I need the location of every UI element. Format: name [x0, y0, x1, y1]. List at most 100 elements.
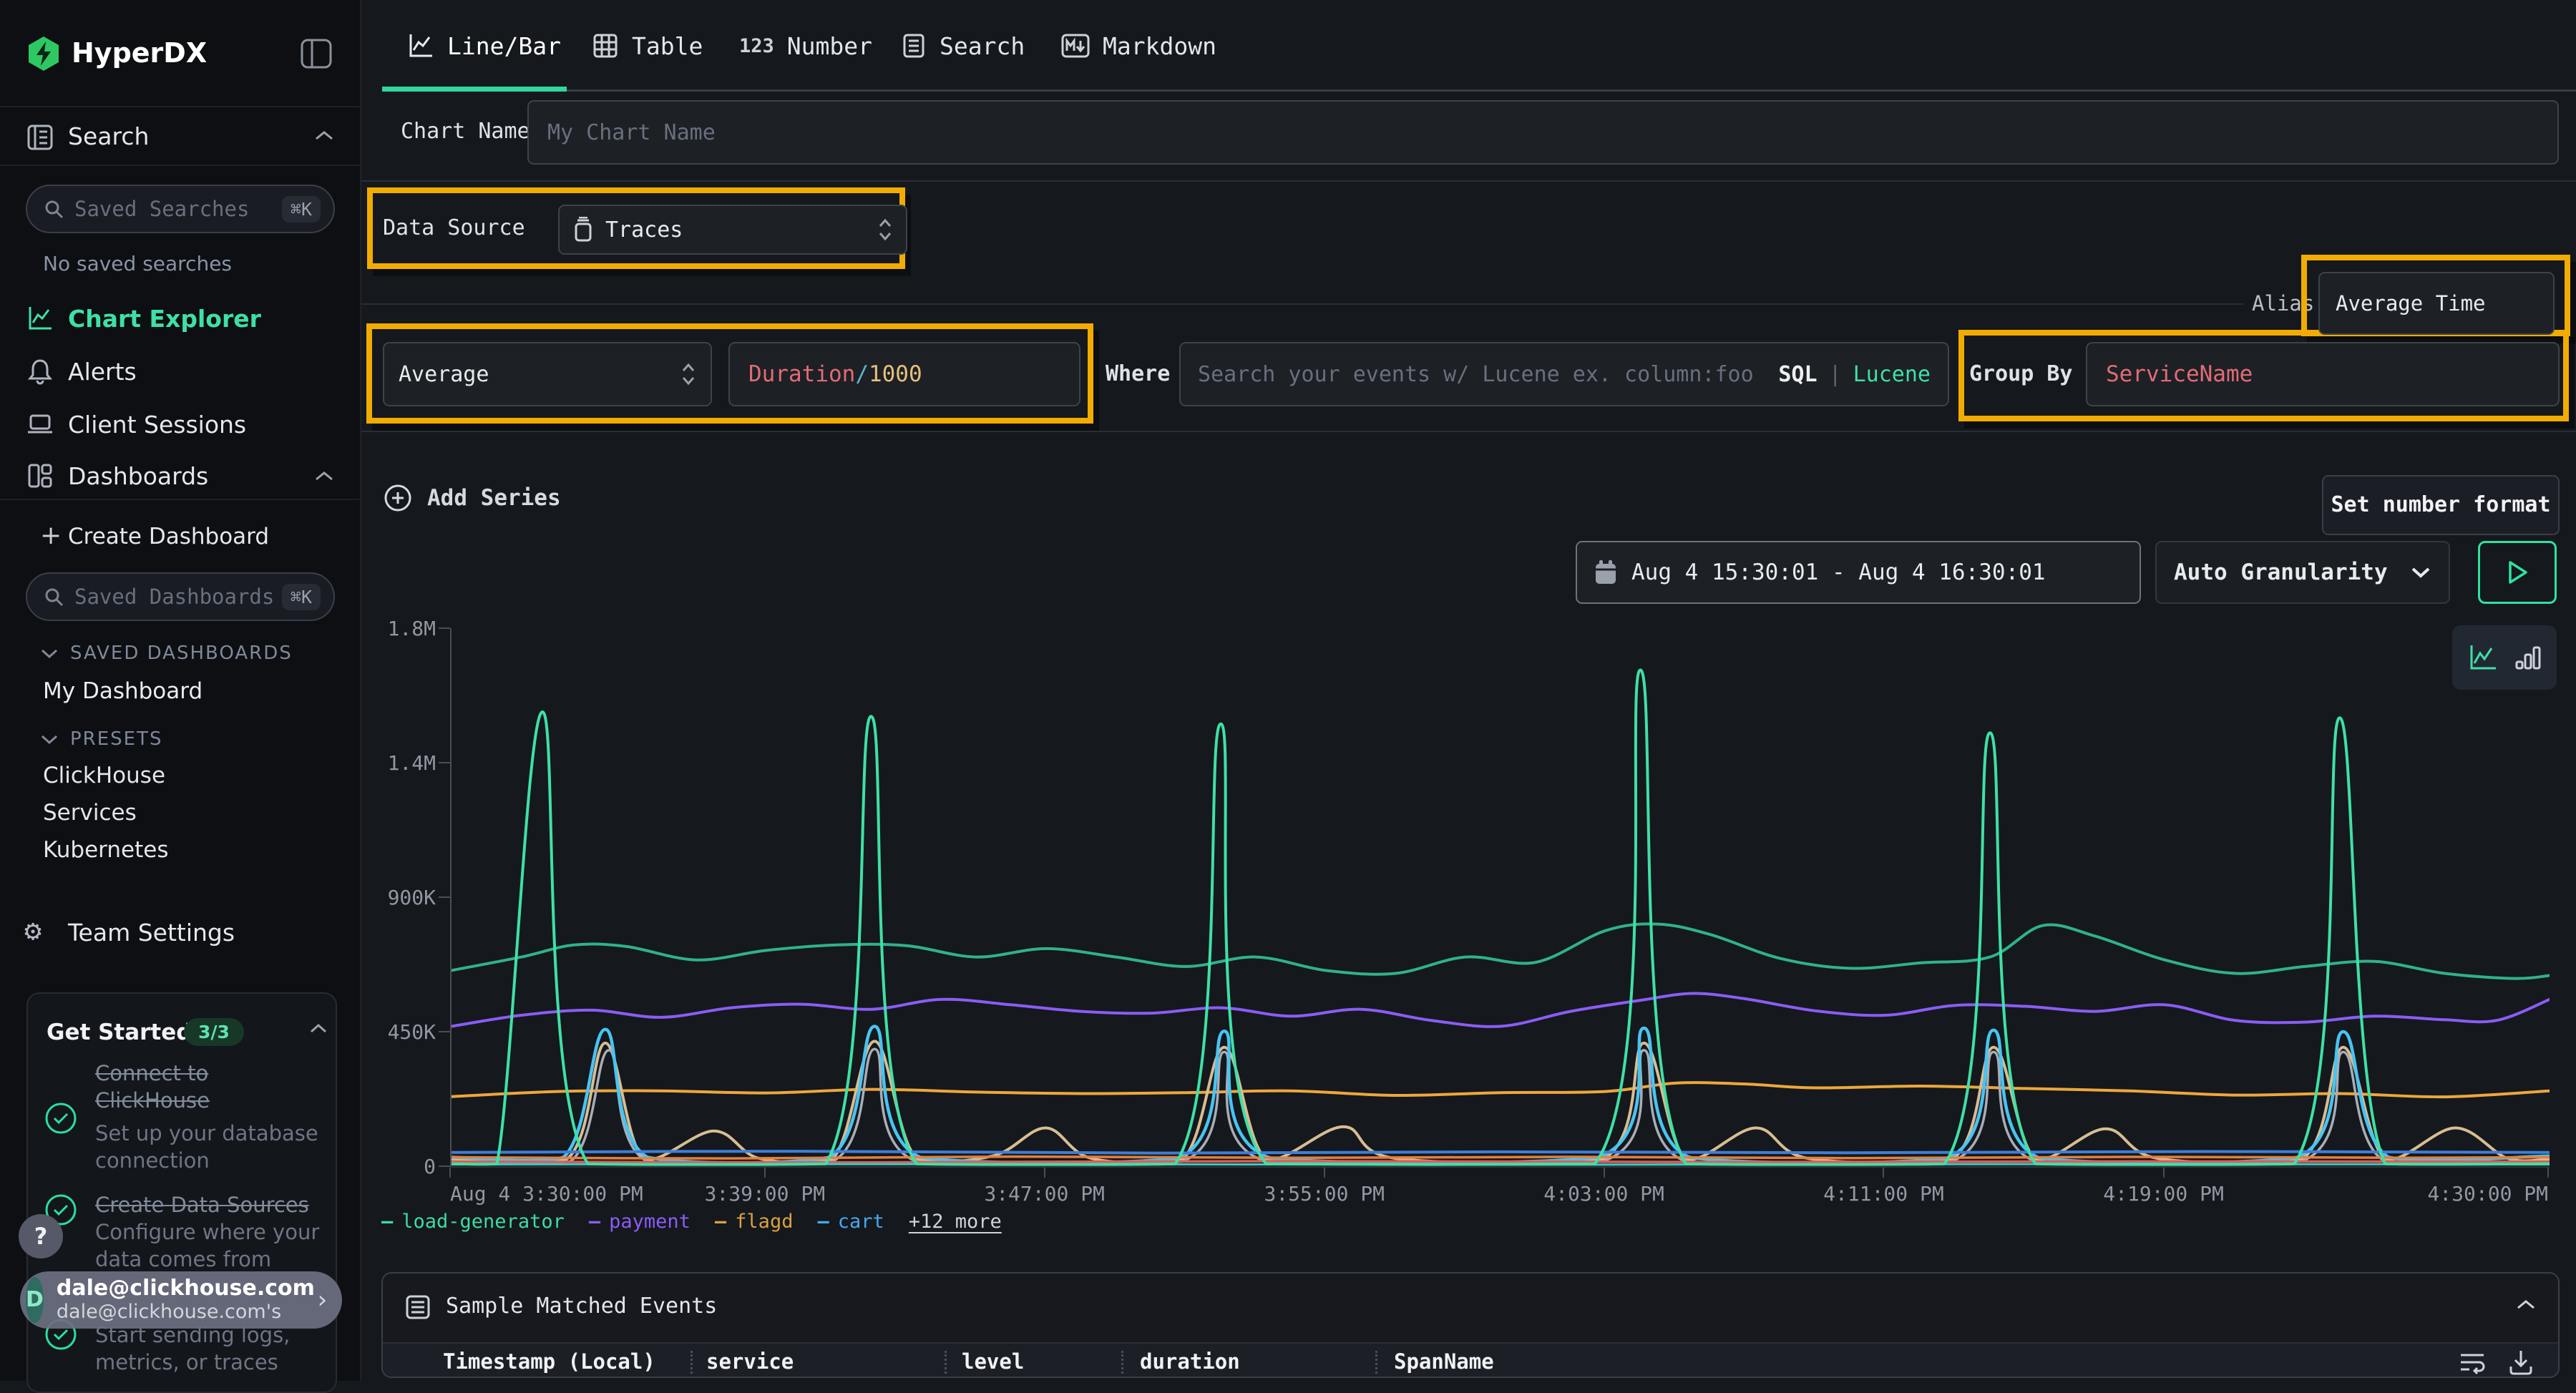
data-source-select[interactable]: Traces	[558, 205, 907, 255]
play-icon	[2505, 559, 2529, 586]
time-series-chart[interactable]	[452, 628, 2550, 1166]
tab-label: Table	[632, 32, 703, 60]
get-started-item-subtitle: Configure where your data comes from	[95, 1218, 324, 1273]
y-tick-label: 1.8M	[361, 617, 436, 640]
tab-label: Search	[940, 32, 1025, 60]
chevron-up-down-icon	[680, 362, 696, 386]
user-email: dale@clickhouse.com	[57, 1276, 315, 1301]
add-series-button[interactable]: Add Series	[383, 472, 561, 524]
divider	[361, 431, 2576, 432]
series-unnamed	[452, 1151, 2550, 1153]
create-dashboard-button[interactable]: + Create Dashboard	[0, 517, 360, 559]
sidebar-item-client-sessions[interactable]: Client Sessions	[0, 401, 360, 448]
divider	[361, 303, 2243, 305]
chart-legend: — load-generator — payment — flagd — car…	[381, 1211, 1002, 1233]
query-language-toggle[interactable]: SQL | Lucene	[1778, 362, 1931, 387]
column-separator[interactable]	[691, 1351, 693, 1374]
column-duration[interactable]: duration	[1140, 1349, 1240, 1374]
calendar-icon	[1594, 559, 1617, 585]
team-settings-label: Team Settings	[68, 919, 235, 947]
sidebar-item-clickhouse[interactable]: ClickHouse	[43, 763, 165, 788]
markdown-icon	[1061, 34, 1090, 58]
sql-toggle[interactable]: SQL	[1778, 362, 1817, 387]
tabs-border	[382, 89, 2576, 92]
help-button[interactable]: ?	[19, 1214, 63, 1258]
sidebar-section-search[interactable]: Search	[0, 107, 360, 166]
divider	[0, 499, 360, 500]
events-title-row[interactable]: Sample Matched Events	[383, 1274, 2558, 1342]
x-tick-label: Aug 4 3:30:00 PM	[450, 1182, 643, 1206]
x-tick-label: 4:03:00 PM	[1543, 1182, 1664, 1206]
tab-number[interactable]: 123 Number	[739, 0, 872, 92]
x-tick-label: 4:19:00 PM	[2103, 1182, 2224, 1206]
avatar: D	[26, 1277, 44, 1323]
granularity-select[interactable]: Auto Granularity	[2155, 541, 2450, 604]
saved-searches-input[interactable]: Saved Searches ⌘K	[26, 185, 335, 233]
column-service[interactable]: service	[706, 1349, 794, 1374]
create-dashboard-label: Create Dashboard	[68, 524, 269, 549]
sidebar-item-chart-explorer[interactable]: Chart Explorer	[0, 295, 360, 342]
list-icon	[404, 1294, 431, 1321]
saved-dashboards-input[interactable]: Saved Dashboards ⌘K	[26, 572, 335, 621]
sidebar-item-services[interactable]: Services	[43, 800, 137, 826]
x-tick-label: 3:47:00 PM	[984, 1182, 1105, 1206]
chevron-up-icon[interactable]	[2515, 1298, 2537, 1312]
saved-dashboards-group[interactable]: SAVED DASHBOARDS	[40, 642, 293, 664]
field-expression-input[interactable]: Duration / 1000	[728, 342, 1080, 406]
legend-swatch: —	[715, 1211, 726, 1233]
lucene-toggle[interactable]: Lucene	[1853, 362, 1931, 387]
column-level[interactable]: level	[962, 1349, 1024, 1374]
column-timestamp[interactable]: Timestamp (Local)	[443, 1349, 655, 1374]
column-separator[interactable]	[1121, 1351, 1123, 1374]
get-started-title: Get Started	[47, 1020, 192, 1045]
chevron-up-icon	[313, 129, 335, 143]
tab-search[interactable]: Search	[901, 0, 1025, 92]
collapse-sidebar-icon[interactable]	[301, 39, 332, 69]
set-number-format-button[interactable]: Set number format	[2322, 475, 2560, 535]
legend-item-flagd[interactable]: — flagd	[715, 1211, 794, 1233]
presets-group[interactable]: PRESETS	[40, 728, 163, 750]
no-saved-searches-text: No saved searches	[43, 252, 232, 275]
chart-line-icon	[407, 32, 434, 59]
x-tick-label: 4:30:00 PM	[2427, 1182, 2548, 1206]
search-icon	[43, 198, 64, 220]
brand-title: HyperDX	[72, 37, 207, 69]
alias-input[interactable]	[2318, 272, 2555, 335]
legend-swatch: —	[381, 1211, 393, 1233]
where-search-input[interactable]: SQL | Lucene	[1179, 342, 1949, 406]
search-section-icon	[26, 123, 54, 152]
legend-item-cart[interactable]: — cart	[817, 1211, 884, 1233]
sidebar-item-dashboards[interactable]: Dashboards	[0, 452, 360, 499]
x-tick-label: 3:39:00 PM	[705, 1182, 826, 1206]
add-series-label: Add Series	[427, 485, 561, 511]
search-section-label: Search	[68, 107, 149, 166]
sidebar-item-team-settings[interactable]: ⚙ Team Settings	[0, 910, 360, 956]
run-query-button[interactable]	[2478, 541, 2557, 604]
group-by-input[interactable]: ServiceName	[2086, 342, 2560, 406]
series-unnamed	[452, 1049, 2550, 1164]
where-search-field[interactable]	[1198, 362, 1778, 387]
shortcut-badge: ⌘K	[282, 196, 321, 223]
series-flagd	[452, 1082, 2550, 1097]
legend-item-load-generator[interactable]: — load-generator	[381, 1211, 565, 1233]
aggregation-select[interactable]: Average	[383, 342, 712, 406]
column-separator[interactable]	[945, 1351, 947, 1374]
sidebar-item-my-dashboard[interactable]: My Dashboard	[43, 678, 203, 704]
tab-markdown[interactable]: Markdown	[1061, 0, 1216, 92]
chart-name-input[interactable]	[527, 100, 2559, 165]
tab-line-bar[interactable]: Line/Bar	[407, 0, 561, 92]
legend-more-link[interactable]: +12 more	[909, 1211, 1002, 1233]
column-spanname[interactable]: SpanName	[1394, 1349, 1494, 1374]
tab-table[interactable]: Table	[592, 0, 703, 92]
legend-item-payment[interactable]: — payment	[589, 1211, 691, 1233]
user-menu[interactable]: D dale@clickhouse.com dale@clickhouse.co…	[20, 1271, 342, 1329]
wrap-text-icon[interactable]	[2458, 1348, 2487, 1377]
bell-icon	[26, 357, 54, 386]
chevron-up-icon[interactable]	[308, 1022, 328, 1035]
sidebar-item-alerts[interactable]: Alerts	[0, 348, 360, 395]
column-separator[interactable]	[1375, 1351, 1377, 1374]
time-range-picker[interactable]: Aug 4 15:30:01 - Aug 4 16:30:01	[1576, 541, 2141, 604]
sidebar-item-kubernetes[interactable]: Kubernetes	[43, 837, 168, 863]
download-icon[interactable]	[2507, 1348, 2535, 1377]
where-label: Where	[1106, 342, 1170, 406]
